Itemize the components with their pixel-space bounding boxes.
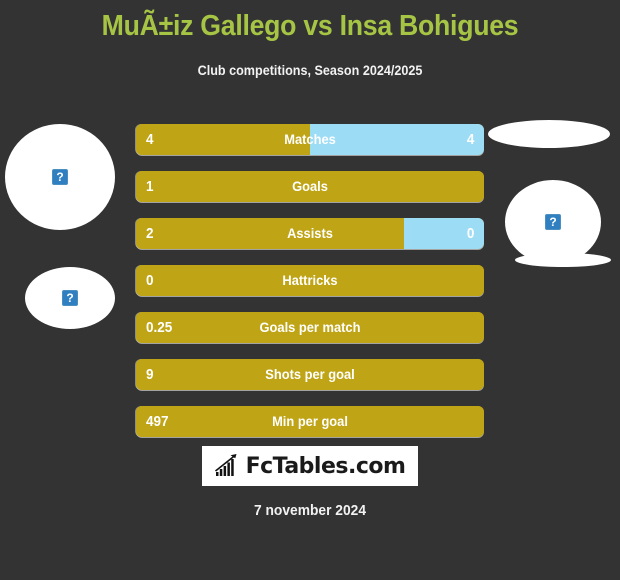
stat-away-value: 0 bbox=[466, 225, 474, 242]
fctables-logo-text: FcTables.com bbox=[245, 453, 406, 479]
stat-bar-row: 4 Matches 4 bbox=[136, 124, 484, 155]
away-player-avatar-1 bbox=[488, 120, 610, 148]
stat-away-value: 4 bbox=[466, 131, 474, 148]
stat-label: Hattricks bbox=[282, 272, 338, 288]
stat-bar-row: 1 Goals bbox=[136, 171, 484, 202]
stat-label: Goals bbox=[292, 178, 328, 194]
stat-bar-row: 497 Min per goal bbox=[136, 406, 484, 437]
stat-bar-row: 9 Shots per goal bbox=[136, 359, 484, 390]
bar-chart-arrow-icon bbox=[214, 454, 237, 476]
stat-label: Goals per match bbox=[259, 319, 361, 335]
away-player-avatar-2: ? bbox=[505, 180, 601, 264]
broken-image-icon: ? bbox=[52, 169, 68, 185]
away-player-avatar-3 bbox=[515, 253, 611, 267]
home-player-avatar-1: ? bbox=[5, 124, 115, 230]
stat-label: Assists bbox=[287, 225, 333, 241]
stat-bar-row: 0.25 Goals per match bbox=[136, 312, 484, 343]
broken-image-icon: ? bbox=[62, 290, 78, 306]
stat-label: Matches bbox=[284, 131, 336, 147]
page-title: MuÃ±iz Gallego vs Insa Bohigues bbox=[101, 10, 519, 42]
stat-bar-row: 0 Hattricks bbox=[136, 265, 484, 296]
stat-bar-row: 2 Assists 0 bbox=[136, 218, 484, 249]
broken-image-icon: ? bbox=[545, 214, 561, 230]
fctables-logo[interactable]: FcTables.com bbox=[202, 446, 418, 486]
page-subtitle: Club competitions, Season 2024/2025 bbox=[197, 62, 423, 78]
stat-label: Shots per goal bbox=[265, 366, 355, 382]
footer-date: 7 november 2024 bbox=[253, 502, 367, 519]
stat-label: Min per goal bbox=[272, 413, 348, 429]
stat-bars-container: 4 Matches 4 1 Goals 2 Assists 0 0 Hattricks 0.25 Go… bbox=[136, 124, 484, 453]
home-player-avatar-2: ? bbox=[25, 267, 115, 329]
player-comparison-infographic: MuÃ±iz Gallego vs Insa Bohigues Club com… bbox=[0, 0, 620, 580]
